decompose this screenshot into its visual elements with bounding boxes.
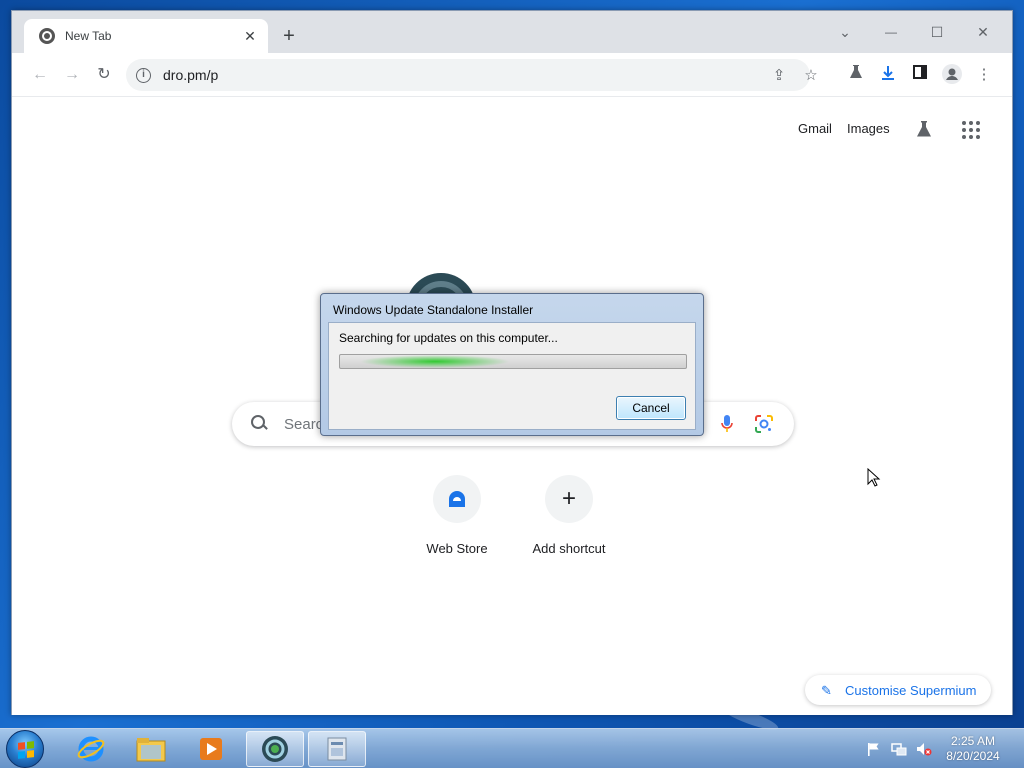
search-placeholder[interactable]: Searc <box>284 416 323 433</box>
minimize-button[interactable]: — <box>869 18 913 46</box>
plus-icon: + <box>545 475 593 523</box>
file-explorer-icon[interactable] <box>122 731 180 767</box>
start-button[interactable] <box>6 730 44 768</box>
forward-button[interactable]: → <box>60 63 84 87</box>
maximize-button[interactable]: ☐ <box>915 18 959 46</box>
mouse-cursor-icon <box>867 467 881 488</box>
profile-avatar-icon[interactable] <box>941 64 963 86</box>
internet-explorer-icon[interactable] <box>62 731 120 767</box>
tab-search-dropdown-icon[interactable]: ⌄ <box>823 18 867 46</box>
shortcut-label: Web Store <box>426 541 488 556</box>
progress-bar <box>339 354 687 369</box>
new-tab-button[interactable]: + <box>278 25 300 47</box>
labs-icon[interactable] <box>914 119 934 139</box>
address-bar[interactable]: i dro.pm/p ⇪ ☆ <box>126 59 818 91</box>
cancel-button[interactable]: Cancel <box>616 396 686 420</box>
customise-button[interactable]: ✎ Customise Supermium <box>805 675 991 705</box>
tab-strip: New Tab ✕ + ⌄ — ☐ ✕ <box>12 11 1012 53</box>
bookmark-star-icon[interactable]: ☆ <box>802 67 820 85</box>
shortcut-add[interactable]: + Add shortcut <box>513 475 625 556</box>
menu-kebab-icon[interactable]: ⋮ <box>973 64 995 86</box>
shortcut-label: Add shortcut <box>532 541 606 556</box>
dialog-title: Windows Update Standalone Installer <box>333 303 534 317</box>
search-icon <box>250 414 270 434</box>
close-window-button[interactable]: ✕ <box>961 18 1005 46</box>
voice-search-mic-icon[interactable] <box>720 414 734 434</box>
reload-button[interactable]: ↻ <box>92 63 116 87</box>
google-apps-icon[interactable] <box>962 121 980 139</box>
pencil-icon: ✎ <box>821 683 832 698</box>
url-text[interactable]: dro.pm/p <box>163 67 218 83</box>
web-store-icon <box>433 475 481 523</box>
dialog-body: Searching for updates on this computer..… <box>328 322 696 430</box>
shortcut-web-store[interactable]: Web Store <box>401 475 513 556</box>
supermium-browser-icon[interactable] <box>246 731 304 767</box>
gmail-link[interactable]: Gmail <box>798 121 832 136</box>
customise-label: Customise Supermium <box>845 682 977 698</box>
tab-title: New Tab <box>65 29 112 43</box>
download-icon[interactable] <box>877 64 899 86</box>
volume-muted-icon[interactable] <box>916 741 932 757</box>
google-lens-icon[interactable] <box>754 414 774 434</box>
back-button[interactable]: ← <box>28 63 52 87</box>
update-installer-dialog: Windows Update Standalone Installer Sear… <box>320 293 704 436</box>
labs-flask-icon[interactable] <box>845 64 867 86</box>
clock-date: 8/20/2024 <box>946 749 1000 763</box>
site-info-icon[interactable]: i <box>136 67 151 83</box>
share-icon[interactable]: ⇪ <box>770 67 788 85</box>
chrome-favicon-icon <box>39 28 55 44</box>
dialog-message: Searching for updates on this computer..… <box>339 331 558 345</box>
tab-close-icon[interactable]: ✕ <box>242 28 258 45</box>
clock-time: 2:25 AM <box>950 734 996 748</box>
images-link[interactable]: Images <box>847 121 890 136</box>
taskbar: 2:25 AM 8/20/2024 <box>0 728 1024 768</box>
tab-new-tab[interactable]: New Tab ✕ <box>24 19 268 53</box>
system-clock[interactable]: 2:25 AM 8/20/2024 <box>940 734 1006 764</box>
windows-logo-icon <box>18 741 34 759</box>
browser-toolbar: ← → ↻ i dro.pm/p ⇪ ☆ ⋮ <box>12 53 1012 97</box>
media-player-icon[interactable] <box>182 731 240 767</box>
side-panel-icon[interactable] <box>909 64 931 86</box>
installer-icon[interactable] <box>308 731 366 767</box>
network-icon[interactable] <box>891 741 907 757</box>
action-center-flag-icon[interactable] <box>866 741 882 757</box>
progress-indicator <box>360 355 510 368</box>
